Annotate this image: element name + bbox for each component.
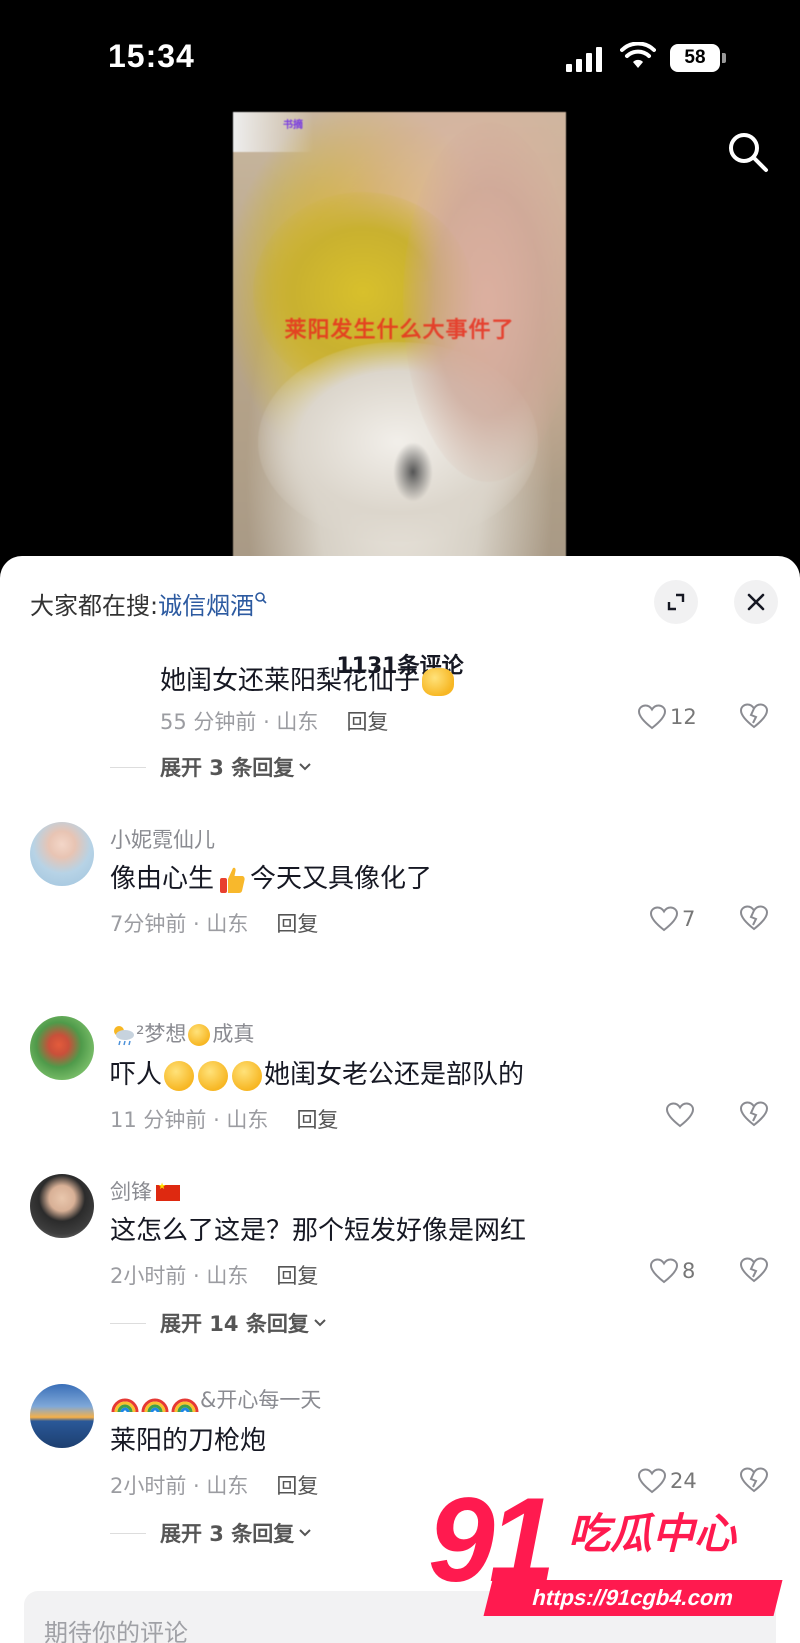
comment-time-location: 11 分钟前 · 山东 <box>110 1108 269 1132</box>
fullscreen-button[interactable] <box>654 580 698 624</box>
expand-replies-label: 展开 3 条回复 <box>160 756 295 780</box>
like-button[interactable] <box>666 1100 698 1130</box>
dislike-icon[interactable] <box>740 1256 768 1284</box>
close-button[interactable] <box>734 580 778 624</box>
hot-search-keyword[interactable]: 诚信烟酒 <box>158 592 254 620</box>
like-count: 8 <box>682 1259 696 1283</box>
comment-input-placeholder: 期待你的评论 <box>44 1619 188 1643</box>
expand-replies-label: 展开 3 条回复 <box>160 1522 295 1546</box>
battery-icon: 58 <box>670 44 726 72</box>
comment-text: 像由心生 <box>110 864 215 894</box>
like-count: 12 <box>670 705 697 729</box>
china-flag-icon <box>156 1182 180 1201</box>
wifi-icon <box>620 42 656 68</box>
watermark-url: https://91cgb4.com <box>483 1580 783 1616</box>
reply-button[interactable]: 回复 <box>276 1470 318 1500</box>
comment-time-location: 2小时前 · 山东 <box>110 1264 249 1288</box>
rainbow-icon <box>111 1398 199 1413</box>
shush-emoji-icon <box>164 1060 195 1091</box>
heart-icon <box>650 906 678 932</box>
like-count: 7 <box>682 907 696 931</box>
expand-replies-button[interactable]: 展开 14 条回复 <box>110 1308 327 1338</box>
username-suffix: 成真 <box>212 1022 255 1046</box>
expand-replies-label: 展开 14 条回复 <box>160 1312 309 1336</box>
expand-icon <box>667 593 685 611</box>
comment-time-location: 7分钟前 · 山东 <box>110 912 249 936</box>
comment-text: 她闺女还莱阳梨花仙子 <box>160 666 421 696</box>
signal-icon <box>566 47 602 72</box>
comment-text: 莱阳的刀枪炮 <box>110 1426 267 1456</box>
close-icon <box>747 593 765 611</box>
comment-time-location: 2小时前 · 山东 <box>110 1474 249 1498</box>
avatar[interactable] <box>30 1384 94 1448</box>
status-time: 15:34 <box>108 38 195 74</box>
chevron-down-icon <box>314 1319 326 1327</box>
shush-emoji-icon <box>198 1060 229 1091</box>
watermark-text: 吃瓜中心 <box>568 1509 737 1558</box>
thumbs-up-icon <box>220 867 245 893</box>
dislike-icon[interactable] <box>740 904 768 932</box>
expand-replies-button[interactable]: 展开 3 条回复 <box>110 752 312 782</box>
comment-text-continued: 她闺女老公还是部队的 <box>264 1060 525 1090</box>
reply-button[interactable]: 回复 <box>296 1104 338 1134</box>
chevron-down-icon <box>299 1529 311 1537</box>
reply-button[interactable]: 回复 <box>276 908 318 938</box>
like-button[interactable]: 7 <box>650 904 695 934</box>
dislike-icon[interactable] <box>740 702 768 730</box>
comment-text: 这怎么了这是？那个短发好像是网红 <box>110 1216 527 1246</box>
video-tag: 书摘 <box>283 120 303 131</box>
reply-button[interactable]: 回复 <box>346 706 388 736</box>
comment-time-location: 55 分钟前 · 山东 <box>160 710 319 734</box>
shush-emoji-icon <box>232 1060 263 1091</box>
username[interactable]: 小妮霓仙儿 <box>110 824 215 854</box>
heart-icon <box>650 1258 678 1284</box>
avatar[interactable] <box>30 1174 94 1238</box>
comment-text: 吓人 <box>110 1060 163 1090</box>
hot-search[interactable]: 大家都在搜:诚信烟酒 <box>30 586 268 621</box>
watermark-logo: 91 吃瓜中心 https://91cgb4.com <box>428 1480 788 1630</box>
cloud-rain-icon <box>114 1026 134 1046</box>
username: ²梦想 <box>136 1022 187 1046</box>
avatar[interactable] <box>30 1016 94 1080</box>
dislike-icon[interactable] <box>740 1100 768 1128</box>
status-bar: 15:34 58 <box>0 0 800 110</box>
heart-icon <box>638 704 666 730</box>
reply-button[interactable]: 回复 <box>276 1260 318 1290</box>
username: 剑锋 <box>110 1180 152 1204</box>
video-player[interactable]: 书摘 莱阳发生什么大事件了 <box>233 112 566 558</box>
hot-search-prefix: 大家都在搜: <box>30 592 159 620</box>
like-button[interactable]: 8 <box>650 1256 695 1286</box>
battery-level: 58 <box>670 44 720 72</box>
comment-text-continued: 今天又具像化了 <box>250 864 433 894</box>
expand-replies-button[interactable]: 展开 3 条回复 <box>110 1518 312 1548</box>
avatar[interactable] <box>30 822 94 886</box>
grin-emoji-icon <box>422 667 455 696</box>
username: &开心每一天 <box>200 1388 322 1412</box>
like-button[interactable]: 12 <box>638 702 697 732</box>
chevron-down-icon <box>299 763 311 771</box>
heart-icon <box>666 1102 694 1128</box>
video-caption: 莱阳发生什么大事件了 <box>284 318 515 343</box>
search-icon[interactable] <box>724 128 772 176</box>
hug-emoji-icon <box>188 1024 211 1046</box>
search-icon <box>255 592 267 604</box>
